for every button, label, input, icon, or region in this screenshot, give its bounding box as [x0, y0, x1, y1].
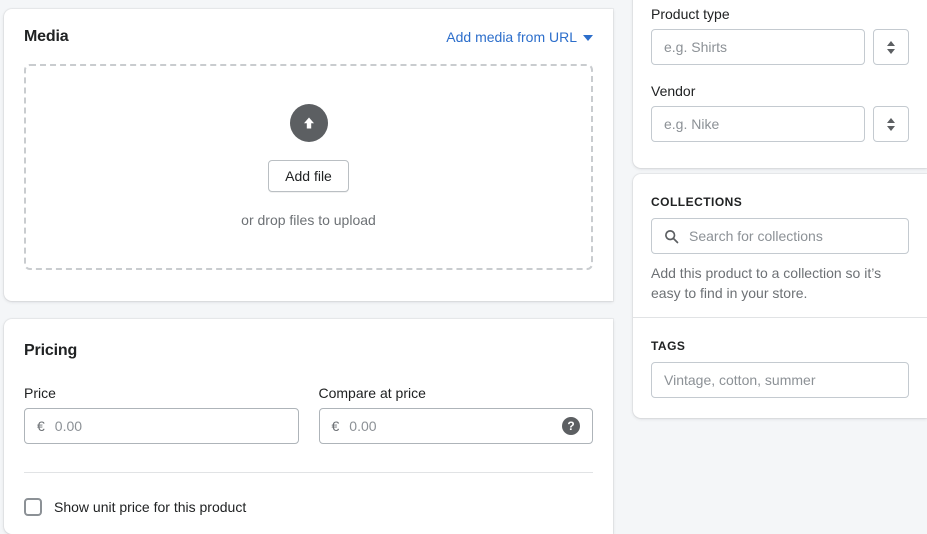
price-input-shell[interactable]: €	[24, 408, 299, 444]
vendor-stepper-button[interactable]	[873, 106, 909, 142]
product-type-row	[651, 29, 909, 65]
vendor-label: Vendor	[651, 81, 909, 101]
pricing-title: Pricing	[24, 341, 593, 361]
show-unit-price-checkbox[interactable]	[24, 498, 42, 516]
drop-files-hint: or drop files to upload	[241, 210, 376, 230]
product-editor-page: Media Add media from URL Add file or dro…	[0, 0, 927, 526]
price-fields-row: Price € Compare at price € ?	[24, 383, 593, 444]
question-mark-icon[interactable]: ?	[562, 417, 580, 435]
price-label: Price	[24, 383, 299, 403]
tags-input[interactable]	[651, 362, 909, 398]
vendor-row	[651, 106, 909, 142]
compare-at-price-field-group: Compare at price € ?	[319, 383, 594, 444]
add-file-button[interactable]: Add file	[268, 160, 349, 192]
media-title: Media	[24, 27, 69, 47]
caret-up-icon	[887, 118, 895, 123]
search-icon	[664, 229, 679, 244]
show-unit-price-label[interactable]: Show unit price for this product	[54, 497, 246, 517]
vendor-group: Vendor	[651, 65, 909, 142]
compare-at-price-input[interactable]	[349, 409, 556, 443]
collections-search-shell[interactable]	[651, 218, 909, 254]
caret-down-icon	[887, 126, 895, 131]
chevron-down-icon	[583, 35, 593, 41]
collections-helper-text: Add this product to a collection so it’s…	[651, 263, 909, 303]
caret-up-icon	[887, 41, 895, 46]
collections-tags-card: COLLECTIONS Add this product to a collec…	[633, 174, 927, 418]
tags-section: TAGS	[651, 318, 909, 398]
add-media-from-url-label: Add media from URL	[446, 27, 577, 47]
compare-at-price-input-shell[interactable]: € ?	[319, 408, 594, 444]
product-type-stepper-button[interactable]	[873, 29, 909, 65]
caret-down-icon	[887, 49, 895, 54]
compare-at-price-currency-symbol: €	[332, 418, 340, 434]
organization-card: Product type Vendor	[633, 0, 927, 168]
media-dropzone[interactable]: Add file or drop files to upload	[24, 64, 593, 270]
media-card-header: Media Add media from URL	[4, 9, 613, 47]
unit-price-row: Show unit price for this product	[4, 473, 613, 517]
pricing-card: Pricing Price € Compare at price €	[4, 319, 613, 534]
media-card: Media Add media from URL Add file or dro…	[4, 9, 613, 301]
collections-heading: COLLECTIONS	[651, 194, 909, 210]
collections-search-input[interactable]	[689, 219, 896, 253]
price-currency-symbol: €	[37, 418, 45, 434]
product-type-group: Product type	[651, 0, 909, 65]
tags-heading: TAGS	[651, 338, 909, 354]
collections-section: COLLECTIONS Add this product to a collec…	[651, 174, 909, 303]
pricing-body: Pricing Price € Compare at price €	[4, 319, 613, 473]
upload-arrow-icon	[290, 104, 328, 142]
vendor-input[interactable]	[651, 106, 865, 142]
product-type-input[interactable]	[651, 29, 865, 65]
price-field-group: Price €	[24, 383, 299, 444]
add-media-from-url-button[interactable]: Add media from URL	[446, 27, 593, 47]
compare-at-price-label: Compare at price	[319, 383, 594, 403]
price-input[interactable]	[55, 409, 286, 443]
product-type-label: Product type	[651, 4, 909, 24]
